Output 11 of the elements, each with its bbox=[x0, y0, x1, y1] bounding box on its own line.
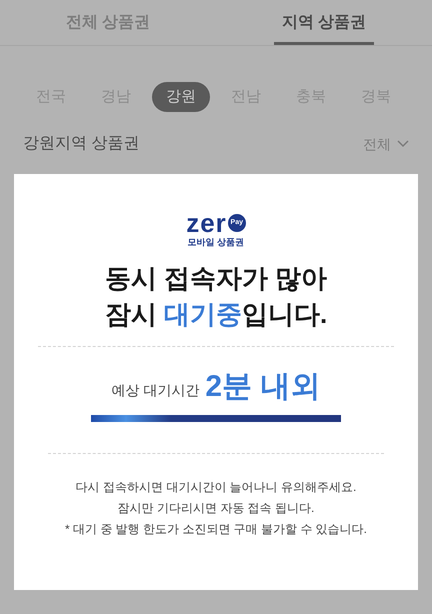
chevron-down-icon bbox=[397, 140, 409, 148]
notice-text: 다시 접속하시면 대기시간이 늘어나니 유의해주세요. bbox=[76, 478, 356, 496]
notice-text: 잠시만 기다리시면 자동 접속 됩니다. bbox=[118, 500, 314, 516]
notice-text: * 대기 중 발행 한도가 소진되면 구매 불가할 수 있습니다. bbox=[64, 520, 367, 538]
wait-time: 2분 내외 bbox=[205, 368, 320, 404]
dialog-title: 동시 접속자가 많아 잠시 대기중입니다. bbox=[104, 262, 328, 330]
logo-subtitle: 모바일 상품권 bbox=[188, 236, 244, 249]
section-title: 강원지역 상품권 bbox=[23, 134, 140, 154]
region-chip[interactable]: 강원 bbox=[152, 82, 210, 112]
tab[interactable]: 지역 상품권 bbox=[216, 0, 432, 45]
wait-label: 예상 대기시간 bbox=[112, 380, 200, 400]
